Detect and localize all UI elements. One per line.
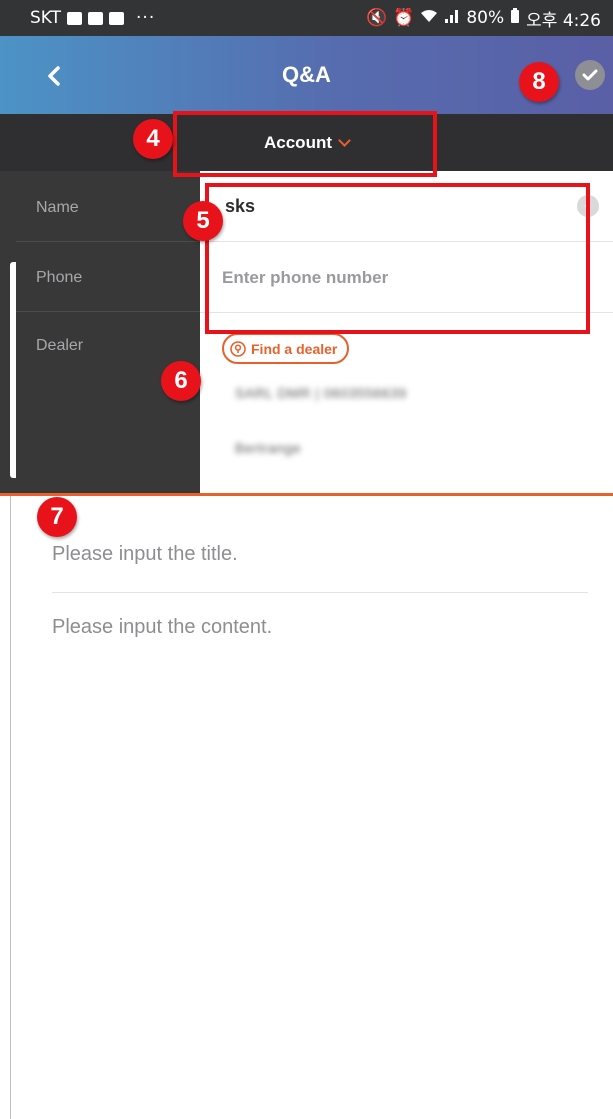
annotation-marker-4: 4 bbox=[133, 119, 173, 159]
back-button[interactable] bbox=[36, 58, 72, 94]
battery-icon bbox=[510, 7, 520, 29]
gallery-icon bbox=[88, 11, 104, 25]
section-divider bbox=[0, 493, 613, 496]
dealer-city: Bertrange bbox=[235, 440, 301, 456]
dealer-label: Dealer bbox=[36, 337, 84, 354]
find-dealer-label: Find a dealer bbox=[251, 340, 338, 357]
battery-percent: 80% bbox=[466, 8, 505, 28]
qa-screen: SKT ··· 🔇 ⏰ 80% 오후 4:26 Q&A Account Name… bbox=[0, 0, 613, 1119]
status-bar: SKT ··· 🔇 ⏰ 80% 오후 4:26 bbox=[0, 0, 613, 36]
carrier-label: SKT bbox=[30, 8, 62, 28]
label-divider bbox=[16, 241, 200, 242]
content-textarea[interactable] bbox=[52, 616, 588, 1096]
annotation-box-5 bbox=[205, 183, 590, 334]
annotation-marker-6: 6 bbox=[161, 361, 201, 401]
clock: 오후 4:26 bbox=[526, 10, 601, 31]
annotation-marker-5: 5 bbox=[183, 201, 223, 241]
page-title: Q&A bbox=[282, 62, 331, 87]
title-input[interactable] bbox=[52, 536, 588, 572]
annotation-box-4 bbox=[173, 111, 437, 177]
status-bar-right: 🔇 ⏰ 80% 오후 4:26 bbox=[366, 6, 601, 31]
notification-icon bbox=[67, 11, 83, 25]
annotation-marker-7: 7 bbox=[37, 497, 77, 537]
more-notifications-icon: ··· bbox=[136, 8, 156, 28]
panel-edge bbox=[10, 262, 16, 478]
dealer-name: SARL DMR | 0603556639 bbox=[235, 385, 407, 401]
alarm-icon: ⏰ bbox=[393, 8, 415, 28]
wifi-icon bbox=[420, 8, 438, 28]
check-icon bbox=[582, 69, 598, 81]
content-divider bbox=[52, 592, 588, 593]
submit-button[interactable] bbox=[575, 60, 605, 90]
find-dealer-button[interactable]: Find a dealer bbox=[222, 333, 350, 364]
phone-label: Phone bbox=[36, 269, 83, 286]
left-edge-line bbox=[10, 496, 11, 1119]
label-divider bbox=[16, 311, 200, 312]
chevron-left-icon bbox=[48, 66, 60, 86]
status-bar-left: SKT ··· bbox=[30, 8, 155, 28]
mail-icon bbox=[109, 11, 125, 25]
signal-icon bbox=[444, 8, 460, 28]
form-labels-column: Name Phone Dealer bbox=[0, 171, 200, 494]
map-pin-icon bbox=[230, 340, 246, 357]
mute-icon: 🔇 bbox=[366, 8, 388, 28]
annotation-marker-8: 8 bbox=[519, 62, 559, 102]
name-label: Name bbox=[36, 199, 79, 216]
